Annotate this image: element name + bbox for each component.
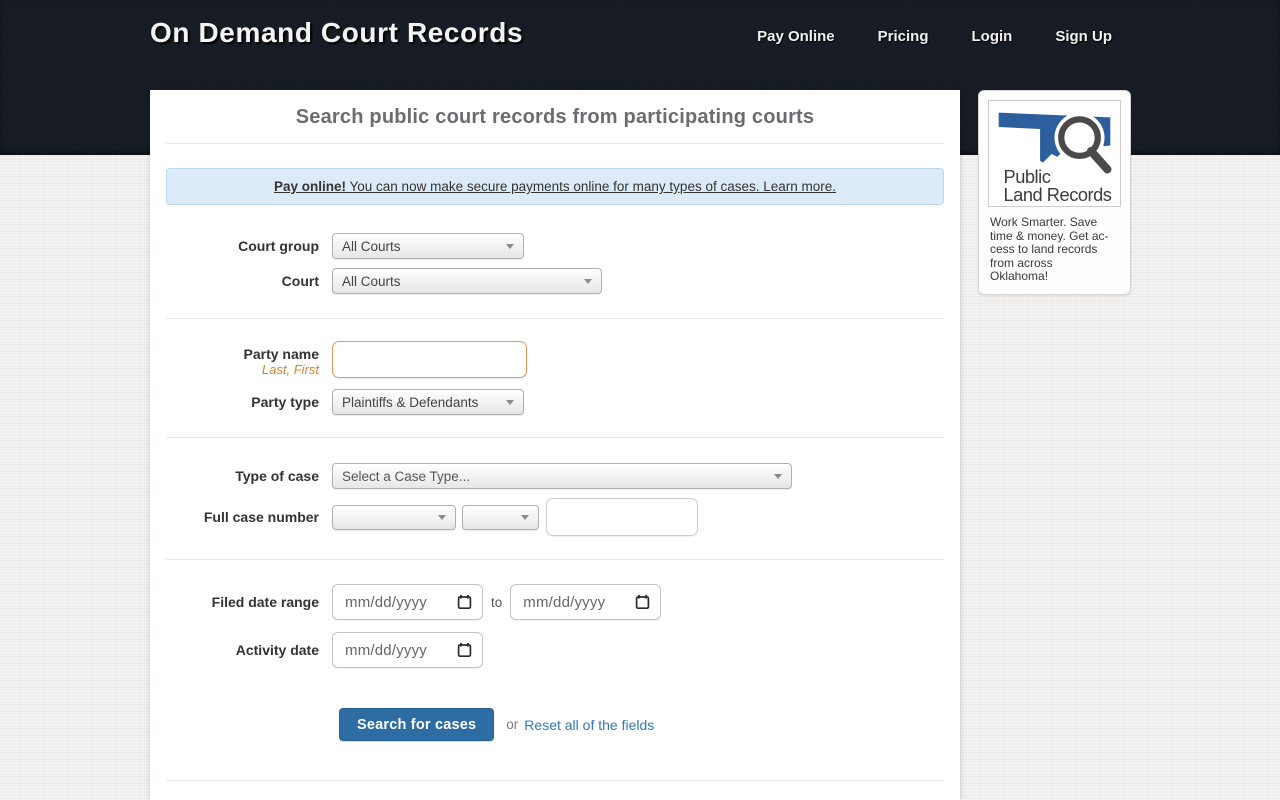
pay-online-notice-link[interactable]: Pay online! You can now make secure paym… — [274, 179, 836, 194]
date-placeholder: mm/dd/yyyy — [345, 642, 457, 659]
date-range-separator: to — [491, 595, 502, 610]
page-title: Search public court records from partici… — [150, 90, 960, 143]
court-row: Court All Courts — [150, 268, 960, 294]
case-type-select[interactable]: Select a Case Type... — [332, 463, 792, 489]
party-name-label-block: Party name Last, First — [165, 341, 332, 378]
divider — [166, 318, 944, 319]
chevron-down-icon — [774, 474, 782, 479]
notice-lead-text: Pay online! — [274, 179, 346, 194]
court-label: Court — [165, 273, 332, 289]
sidebar: Public Land Records Work Smarter. Save t… — [978, 90, 1131, 295]
notice-body-text: You can now make secure payments online … — [346, 179, 836, 194]
chevron-down-icon — [438, 515, 446, 520]
party-name-row: Party name Last, First — [150, 341, 960, 378]
divider — [166, 559, 944, 560]
chevron-down-icon — [521, 515, 529, 520]
public-land-records-logo: Public Land Records — [988, 100, 1121, 207]
court-group-value: All Courts — [342, 239, 498, 254]
party-name-label: Party name — [165, 346, 319, 362]
chevron-down-icon — [584, 279, 592, 284]
or-text: or — [506, 717, 518, 732]
calendar-icon[interactable] — [635, 594, 650, 610]
case-number-type-select[interactable] — [332, 505, 456, 530]
site-logo[interactable]: On Demand Court Records — [150, 18, 523, 49]
court-group-label: Court group — [165, 238, 332, 254]
filed-date-end-input[interactable]: mm/dd/yyyy — [510, 584, 661, 620]
date-placeholder: mm/dd/yyyy — [345, 594, 457, 611]
search-panel: Search public court records from partici… — [150, 90, 960, 800]
party-type-value: Plaintiffs & Defendants — [342, 395, 498, 410]
plr-description: Work Smarter. Save time & money. Get ac-… — [988, 216, 1121, 284]
divider — [166, 143, 944, 144]
nav-sign-up[interactable]: Sign Up — [1055, 28, 1112, 45]
reset-fields-link[interactable]: Reset all of the fields — [524, 717, 654, 733]
case-number-input[interactable] — [546, 498, 698, 536]
filed-date-start-input[interactable]: mm/dd/yyyy — [332, 584, 483, 620]
party-type-row: Party type Plaintiffs & Defendants — [150, 389, 960, 415]
actions-row: Search for cases or Reset all of the fie… — [150, 708, 960, 741]
activity-date-label: Activity date — [165, 642, 332, 658]
party-name-input[interactable] — [332, 341, 527, 378]
activity-date-input[interactable]: mm/dd/yyyy — [332, 632, 483, 668]
court-value: All Courts — [342, 274, 576, 289]
chevron-down-icon — [506, 400, 514, 405]
court-select[interactable]: All Courts — [332, 268, 602, 294]
filed-date-label: Filed date range — [165, 594, 332, 610]
public-land-records-ad[interactable]: Public Land Records Work Smarter. Save t… — [978, 90, 1131, 295]
plr-wordmark-line2: Land Records — [1004, 184, 1112, 204]
case-type-value: Select a Case Type... — [342, 469, 766, 484]
court-group-row: Court group All Courts — [150, 233, 960, 259]
divider — [166, 437, 944, 438]
calendar-icon[interactable] — [457, 642, 472, 658]
case-type-label: Type of case — [165, 468, 332, 484]
pay-online-notice: Pay online! You can now make secure paym… — [166, 168, 944, 205]
search-for-cases-button[interactable]: Search for cases — [339, 708, 494, 741]
chevron-down-icon — [506, 244, 514, 249]
nav-login[interactable]: Login — [972, 28, 1013, 45]
case-number-label: Full case number — [165, 509, 332, 525]
oklahoma-search-icon: Public Land Records — [991, 103, 1118, 204]
case-type-row: Type of case Select a Case Type... — [150, 463, 960, 489]
nav-pricing[interactable]: Pricing — [878, 28, 929, 45]
party-type-select[interactable]: Plaintiffs & Defendants — [332, 389, 524, 415]
court-group-select[interactable]: All Courts — [332, 233, 524, 259]
filed-date-row: Filed date range mm/dd/yyyy to mm/dd/yyy… — [150, 584, 960, 620]
activity-date-row: Activity date mm/dd/yyyy — [150, 632, 960, 668]
date-placeholder: mm/dd/yyyy — [523, 594, 635, 611]
party-name-hint: Last, First — [165, 363, 319, 378]
party-type-label: Party type — [165, 394, 332, 410]
case-number-year-select[interactable] — [462, 505, 539, 530]
top-nav: Pay Online Pricing Login Sign Up — [757, 18, 1131, 45]
nav-pay-online[interactable]: Pay Online — [757, 28, 835, 45]
calendar-icon[interactable] — [457, 594, 472, 610]
case-number-row: Full case number — [150, 498, 960, 536]
divider — [166, 780, 944, 781]
